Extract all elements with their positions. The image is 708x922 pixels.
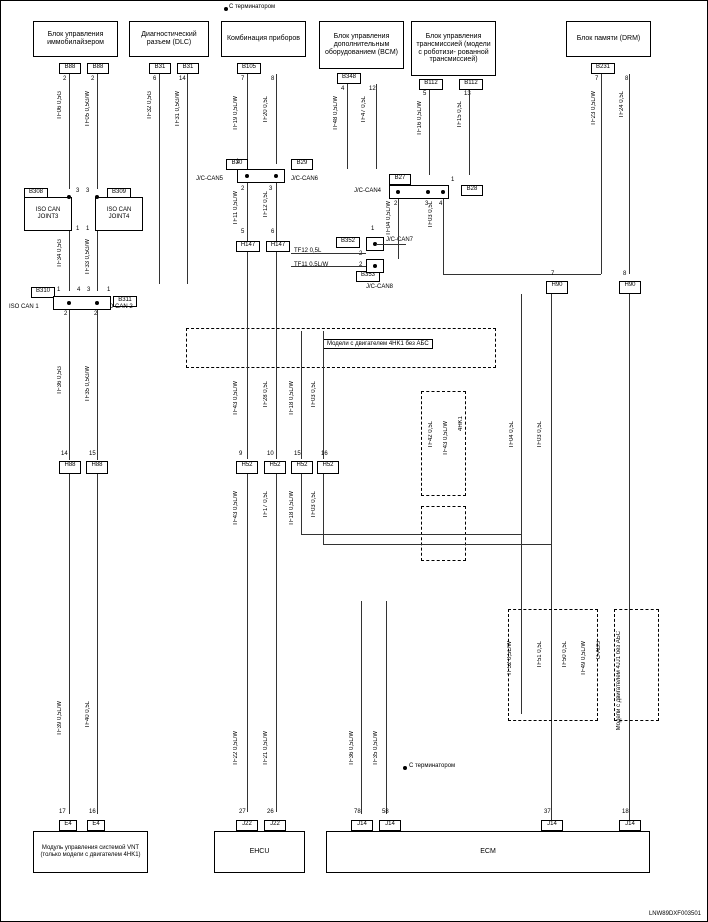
module-immobilizer: Блок управления иммобилайзером	[33, 21, 118, 57]
conn-h90b: H90	[619, 281, 641, 294]
conn-j22a: J22	[236, 820, 258, 831]
note-4hk1: Модели с двигателем 4HK1 без АБС	[323, 339, 433, 349]
iso-joint3: ISO CAN JOINT3	[24, 197, 72, 231]
conn-h88a: H88	[59, 461, 81, 474]
dashed-4jj1	[614, 609, 659, 721]
conn-b348: B348	[337, 73, 361, 84]
doc-number: LNW89DXF003501	[649, 911, 701, 917]
conn-j14d: J14	[619, 820, 641, 831]
terminator-dot	[224, 7, 228, 11]
iso-joint4: ISO CAN JOINT4	[95, 197, 143, 231]
module-ecm: ECM	[326, 831, 650, 873]
conn-h88b: H88	[86, 461, 108, 474]
conn-b88b: B88	[87, 63, 109, 74]
terminator-label-bottom: С терминатором	[409, 763, 455, 769]
conn-b88a: B88	[59, 63, 81, 74]
conn-e4a: E4	[59, 820, 77, 831]
conn-h52c: H52	[291, 461, 313, 474]
conn-h147b: H147	[266, 241, 290, 252]
module-bcm: Блок управления дополнительным оборудова…	[319, 21, 404, 69]
module-diag: Диагностический разъем (DLC)	[129, 21, 209, 57]
conn-b31a: B31	[149, 63, 171, 74]
module-combo: Комбинация приборов	[221, 21, 306, 57]
conn-b105: B105	[237, 63, 261, 74]
conn-b29: B29	[291, 159, 313, 170]
terminator-label-top: С терминатором	[229, 4, 275, 10]
conn-b231: B231	[591, 63, 615, 74]
conn-h52a: H52	[236, 461, 258, 474]
conn-b112b: B112	[459, 79, 483, 90]
wiring-diagram: С терминатором Блок управления иммобилай…	[0, 0, 708, 922]
conn-j14b: J14	[379, 820, 401, 831]
conn-j14c: J14	[541, 820, 563, 831]
conn-b31b: B31	[177, 63, 199, 74]
module-drm: Блок памяти (DRM)	[566, 21, 651, 57]
conn-j14a: J14	[351, 820, 373, 831]
iso-can-box	[53, 296, 111, 310]
conn-h52d: H52	[317, 461, 339, 474]
conn-b27: B27	[389, 174, 411, 185]
module-tcm: Блок управления трансмиссией (модели с р…	[411, 21, 496, 76]
conn-j22b: J22	[264, 820, 286, 831]
module-ehcu: EHCU	[214, 831, 305, 873]
conn-b28: B28	[461, 185, 483, 196]
conn-h52b: H52	[264, 461, 286, 474]
conn-e4b: E4	[87, 820, 105, 831]
conn-b112a: B112	[419, 79, 443, 90]
module-vnt: Модуль управления системой VNT (только м…	[33, 831, 148, 873]
conn-b310: B310	[31, 287, 55, 298]
conn-b352: B352	[336, 237, 360, 248]
conn-h90a: H90	[546, 281, 568, 294]
conn-h147a: H147	[236, 241, 260, 252]
